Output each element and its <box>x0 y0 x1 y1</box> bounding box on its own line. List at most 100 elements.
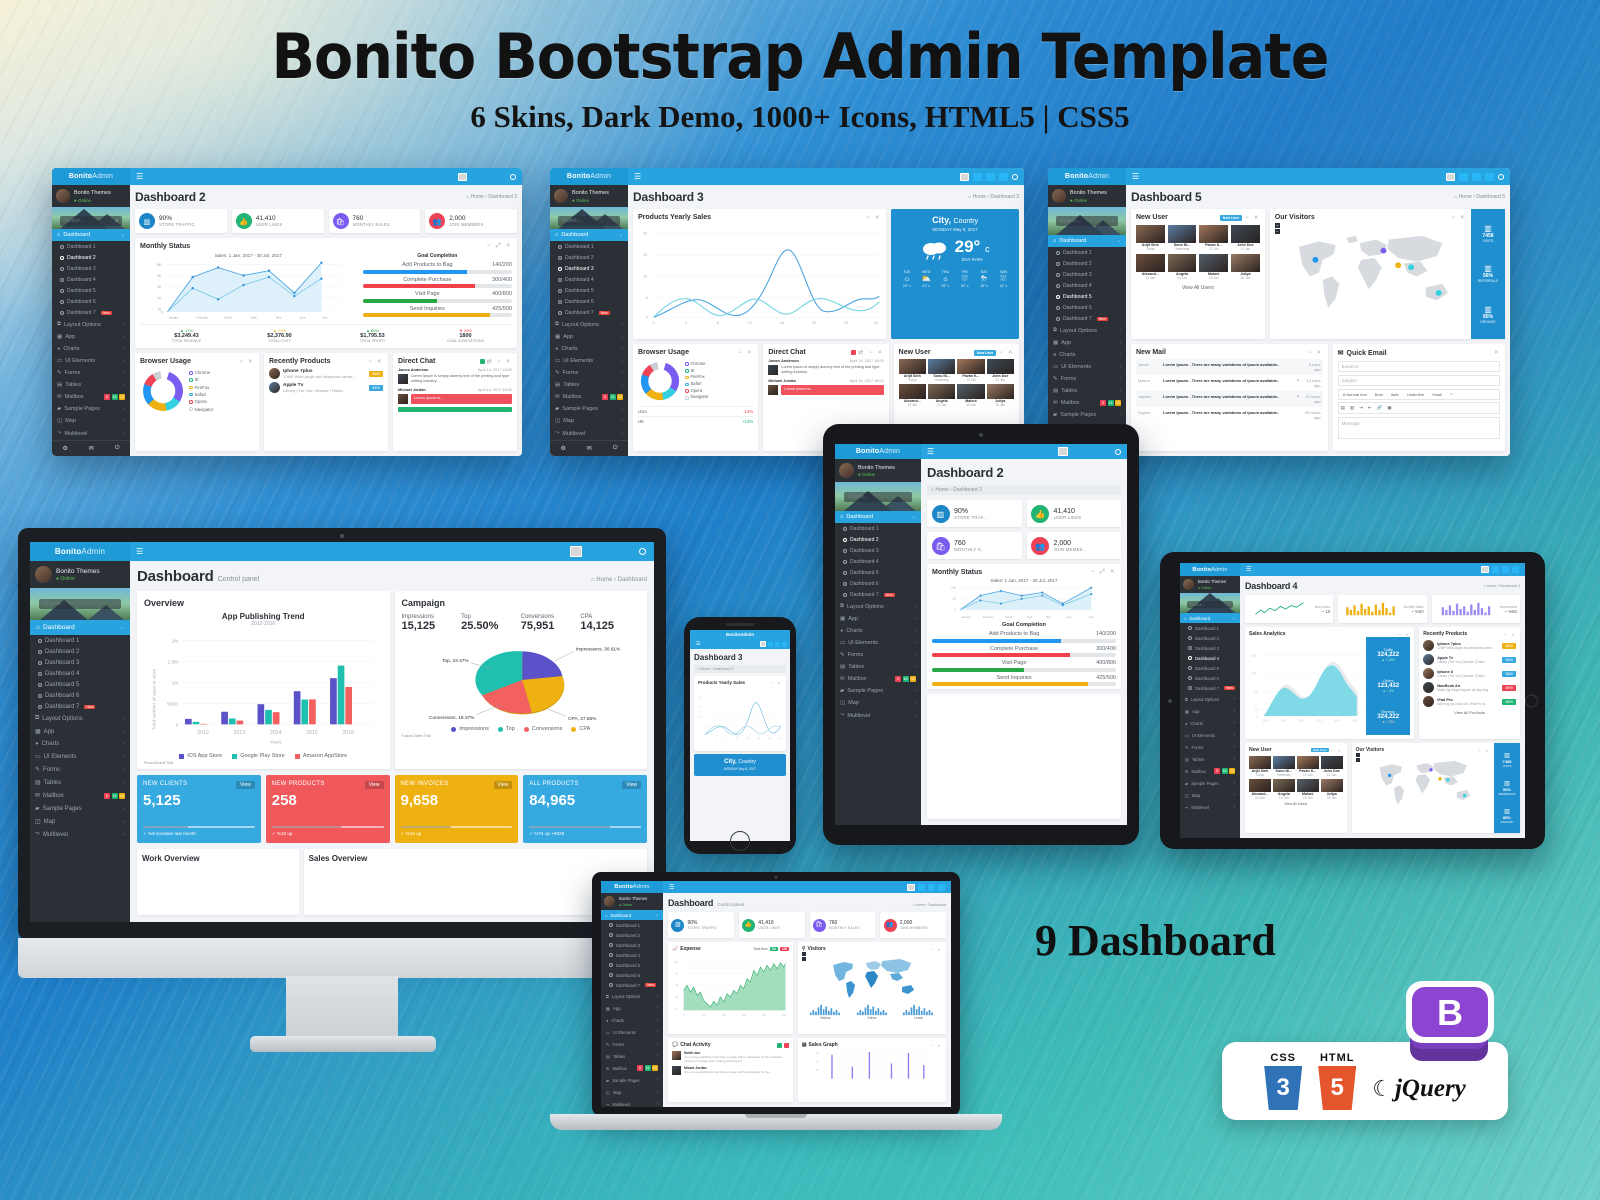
sidebar-item-tables[interactable]: ▤ Tables ‹ <box>550 379 628 391</box>
home-button[interactable] <box>1525 694 1538 707</box>
gear-icon[interactable] <box>1012 173 1018 180</box>
sidebar-item-app[interactable]: ▦ App ‹ <box>1180 705 1240 717</box>
sidebar-item-dashboard-3[interactable]: Dashboard 3 <box>835 545 921 556</box>
sidebar-item-charts[interactable]: ◕ Charts ‹ <box>30 738 130 750</box>
sidebar-item-dashboard-2[interactable]: Dashboard 2 <box>601 930 663 940</box>
sidebar-item-dashboard[interactable]: ⌂ Dashboard ⌄ <box>601 910 663 920</box>
gear-icon[interactable]: ⚙ <box>62 445 67 452</box>
sidebar-item-dashboard-6[interactable]: Dashboard 6 <box>601 970 663 980</box>
menu-toggle-icon[interactable]: ☰ <box>628 172 641 181</box>
messages-icon[interactable] <box>973 172 982 181</box>
sidebar-item-dashboard-1[interactable]: Dashboard 1 <box>1180 623 1240 633</box>
sidebar-item-mailbox[interactable]: ✉ Mailbox 5 16 12 <box>601 1062 663 1074</box>
user-tile[interactable]: John Doe 12 Jan <box>1320 756 1343 777</box>
indent-icon[interactable]: ⇥ <box>1359 405 1363 411</box>
sidebar-item-charts[interactable]: ◕ Charts ‹ <box>52 343 130 355</box>
tasks-icon[interactable] <box>622 546 633 557</box>
sidebar-item-dashboard-2[interactable]: Dashboard 2 <box>550 252 628 263</box>
sidebar-item-layout-options[interactable]: ⧉ Layout Options ‹ <box>52 318 130 331</box>
sidebar-item-dashboard-7[interactable]: Dashboard 7 New <box>30 701 130 712</box>
sidebar-item-dashboard-6[interactable]: Dashboard 6 <box>1048 302 1126 313</box>
view-button[interactable]: View <box>364 781 384 789</box>
sidebar-item-dashboard-6[interactable]: Dashboard 6 <box>52 296 130 307</box>
map-zoom-controls[interactable]: + − <box>1274 223 1280 234</box>
messages-icon[interactable] <box>1492 566 1499 573</box>
gear-icon[interactable]: ⚙ <box>560 445 565 452</box>
sidebar-item-sample-pages[interactable]: ▰ Sample Pages ‹ <box>835 685 921 697</box>
editor-toolbar[interactable]: A Normal text Bold Italic Underline Small “” <box>1337 389 1500 400</box>
sidebar-item-dashboard-6[interactable]: Dashboard 6 <box>30 690 130 701</box>
sidebar-item-tables[interactable]: ▤ Tables ‹ <box>1180 753 1240 765</box>
sidebar-item-sample-pages[interactable]: ▰ Sample Pages ‹ <box>1180 777 1240 789</box>
sidebar-item-map[interactable]: ◫Map ‹ <box>30 815 130 828</box>
map-zoom-controls[interactable] <box>1355 753 1360 762</box>
sidebar-item-dashboard-5[interactable]: Dashboard 5 <box>1048 291 1126 302</box>
sidebar-item-charts[interactable]: ◕ Charts ‹ <box>601 1014 663 1026</box>
user-tile[interactable]: John Doe 12 Jan <box>1231 225 1260 251</box>
user-tile[interactable]: Angela 14 Jan <box>927 384 956 407</box>
sidebar-item-sample-pages[interactable]: ▰ Sample Pages ‹ <box>1048 409 1126 421</box>
sidebar-item-forms[interactable]: ✎ Forms ‹ <box>601 1038 663 1050</box>
sidebar-item-dashboard-2[interactable]: Dashboard 2 <box>1180 633 1240 643</box>
align-center-icon[interactable]: ▥ <box>1350 405 1354 411</box>
zoom-in-icon[interactable]: + <box>1274 223 1280 228</box>
sidebar-item-dashboard-3[interactable]: Dashboard 3 <box>1048 269 1126 280</box>
messages-icon[interactable] <box>588 546 599 557</box>
product-row[interactable]: iPad Pro Any way you look at it, iPad Pro… <box>1423 696 1516 707</box>
mail-icon[interactable]: ✉ <box>587 445 592 452</box>
mail-row[interactable]: Sophia Lorem Ipsum - There are many varia… <box>1136 407 1323 423</box>
realtime-off-button[interactable]: Off <box>780 947 789 951</box>
view-all-users-link[interactable]: View All Users <box>1136 285 1260 291</box>
menu-toggle-icon[interactable]: ☰ <box>663 884 674 891</box>
menu-toggle-icon[interactable]: ☰ <box>921 447 934 456</box>
avatar[interactable] <box>1058 447 1068 456</box>
sidebar-item-ui-elements[interactable]: ▭ UI Elements ‹ <box>835 637 921 649</box>
sidebar-item-app[interactable]: ▦ App ‹ <box>30 725 130 738</box>
sidebar-item-dashboard-1[interactable]: Dashboard 1 <box>550 241 628 252</box>
sidebar-item-app[interactable]: ▦ App ‹ <box>1048 337 1126 349</box>
sidebar-item-dashboard-4[interactable]: Dashboard 4 <box>601 950 663 960</box>
menu-toggle-icon[interactable]: ☰ <box>130 172 143 181</box>
editor-button[interactable]: Bold <box>1373 392 1385 397</box>
sidebar-item-forms[interactable]: ✎ Forms ‹ <box>550 367 628 379</box>
tasks-icon[interactable] <box>782 641 787 647</box>
product-row[interactable]: MacBook Air Make big things happen all da… <box>1423 682 1516 693</box>
sidebar-item-dashboard[interactable]: ⌂ Dashboard ⌄ <box>1180 613 1240 623</box>
home-button[interactable] <box>730 831 750 851</box>
sidebar-item-dashboard-2[interactable]: Dashboard 2 <box>30 646 130 657</box>
sidebar-item-dashboard-4[interactable]: Dashboard 4 <box>30 668 130 679</box>
search-input[interactable]: Search... ⌕ <box>558 216 620 226</box>
user-tile[interactable]: Alexand... 13 Jan <box>1249 779 1271 800</box>
sidebar-item-dashboard-2[interactable]: Dashboard 2 <box>1048 258 1126 269</box>
sidebar-item-charts[interactable]: ◕ Charts ‹ <box>835 625 921 637</box>
sidebar-item-tables[interactable]: ▤ Tables ‹ <box>835 661 921 673</box>
gear-icon[interactable] <box>1498 173 1504 180</box>
user-tile[interactable]: Maloni 15 Jan <box>1296 779 1319 800</box>
avatar[interactable] <box>1446 172 1455 181</box>
editor-button[interactable]: Underline <box>1405 392 1426 397</box>
sidebar-item-dashboard-5[interactable]: Dashboard 5 <box>601 960 663 970</box>
search-input[interactable]: Search... ⌕ <box>1056 216 1118 226</box>
sidebar-item-dashboard-5[interactable]: Dashboard 5 <box>835 567 921 578</box>
sidebar-item-dashboard-1[interactable]: Dashboard 1 <box>30 635 130 646</box>
sidebar-item-tables[interactable]: ▤ Tables ‹ <box>52 379 130 391</box>
search-input[interactable]: Search... ⌕ <box>39 599 121 609</box>
zoom-out-icon[interactable]: − <box>1274 229 1280 234</box>
sidebar-item-mailbox[interactable]: ✉ Mailbox 5 16 12 <box>1048 397 1126 409</box>
search-icon[interactable]: ⌕ <box>905 494 908 500</box>
link-icon[interactable]: 🔗 <box>1377 405 1383 411</box>
editor-button[interactable]: “” <box>1448 392 1455 397</box>
user-tile[interactable]: Pavan K... 12 Jan <box>1199 225 1229 251</box>
messages-icon[interactable] <box>768 641 773 647</box>
user-tile[interactable]: Juliya 15 Jan <box>1320 779 1343 800</box>
notifications-icon[interactable] <box>1502 566 1509 573</box>
product-row[interactable]: Apple Tv Library | For You | Browse | Rad… <box>1423 654 1516 665</box>
view-button[interactable]: View <box>493 781 513 789</box>
sidebar-item-dashboard-7[interactable]: Dashboard 7 New <box>550 307 628 318</box>
notifications-icon[interactable] <box>775 641 780 647</box>
tasks-icon[interactable] <box>497 172 506 181</box>
sidebar-item-app[interactable]: ▦ App ‹ <box>550 331 628 343</box>
user-tile[interactable]: Sonu Ni... Yesterday <box>1167 225 1197 251</box>
sidebar-item-ui-elements[interactable]: ▭ UI Elements ‹ <box>601 1026 663 1038</box>
sidebar-item-dashboard-5[interactable]: Dashboard 5 <box>52 285 130 296</box>
